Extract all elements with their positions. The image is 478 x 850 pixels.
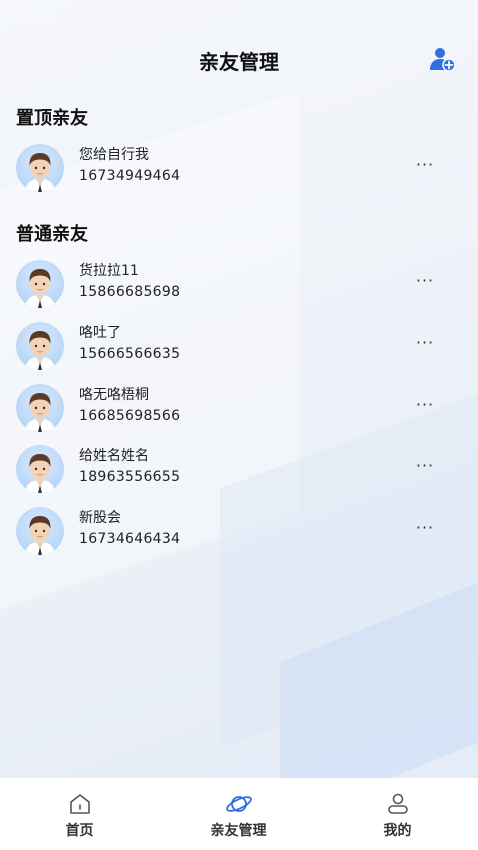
contact-row[interactable]: 您给自行我 16734949464 ··· <box>0 140 478 196</box>
tab-label: 首页 <box>65 823 94 839</box>
user-icon <box>387 793 408 814</box>
tab-label: 我的 <box>383 823 412 839</box>
contact-name: 咯吐了 <box>79 325 121 341</box>
contact-name: 新股会 <box>79 510 121 526</box>
contact-row[interactable]: 咯无咯梧桐 16685698566 ··· <box>0 380 478 436</box>
status-bar: 16:11 100 <box>0 0 478 36</box>
avatar <box>16 384 64 432</box>
contact-phone: 16734646434 <box>79 531 181 547</box>
contact-phone: 16685698566 <box>79 408 181 424</box>
contact-phone: 15666566635 <box>79 346 181 362</box>
tab-label: 亲友管理 <box>210 823 267 839</box>
contact-row[interactable]: 新股会 16734646434 ··· <box>0 503 478 559</box>
more-options-button[interactable]: ··· <box>408 515 442 539</box>
contact-name: 货拉拉11 <box>79 263 139 279</box>
more-options-button[interactable]: ··· <box>408 392 442 416</box>
tab-friends[interactable]: 亲友管理 <box>159 778 318 850</box>
contact-row[interactable]: 货拉拉11 15866685698 ··· <box>0 256 478 312</box>
pinned-section-title: 置顶亲友 <box>16 108 88 129</box>
more-options-button[interactable]: ··· <box>408 453 442 477</box>
home-icon <box>69 794 90 814</box>
avatar <box>16 445 64 493</box>
contact-phone: 18963556655 <box>79 469 181 485</box>
more-options-button[interactable]: ··· <box>408 330 442 354</box>
add-friend-button[interactable] <box>428 44 458 74</box>
avatar <box>16 260 64 308</box>
status-time: 16:11 <box>18 11 53 25</box>
contact-phone: 15866685698 <box>79 284 181 300</box>
avatar <box>16 507 64 555</box>
header: 亲友管理 <box>0 36 478 84</box>
add-user-icon <box>430 48 456 72</box>
page-title: 亲友管理 <box>199 50 279 74</box>
more-options-button[interactable]: ··· <box>408 152 442 176</box>
contact-name: 咯无咯梧桐 <box>79 387 149 403</box>
contact-row[interactable]: 给姓名姓名 18963556655 ··· <box>0 441 478 497</box>
avatar <box>16 144 64 192</box>
bottom-tab-bar: 首页 亲友管理 我的 <box>0 778 478 850</box>
more-options-button[interactable]: ··· <box>408 268 442 292</box>
status-battery: 100 <box>437 11 460 25</box>
planet-icon <box>225 796 252 812</box>
contact-name: 您给自行我 <box>79 147 149 163</box>
tab-mine[interactable]: 我的 <box>318 778 477 850</box>
contact-row[interactable]: 咯吐了 15666566635 ··· <box>0 318 478 374</box>
contact-name: 给姓名姓名 <box>79 448 149 464</box>
contact-phone: 16734949464 <box>79 168 181 184</box>
normal-section-title: 普通亲友 <box>16 224 88 245</box>
tab-home[interactable]: 首页 <box>0 778 159 850</box>
avatar <box>16 322 64 370</box>
